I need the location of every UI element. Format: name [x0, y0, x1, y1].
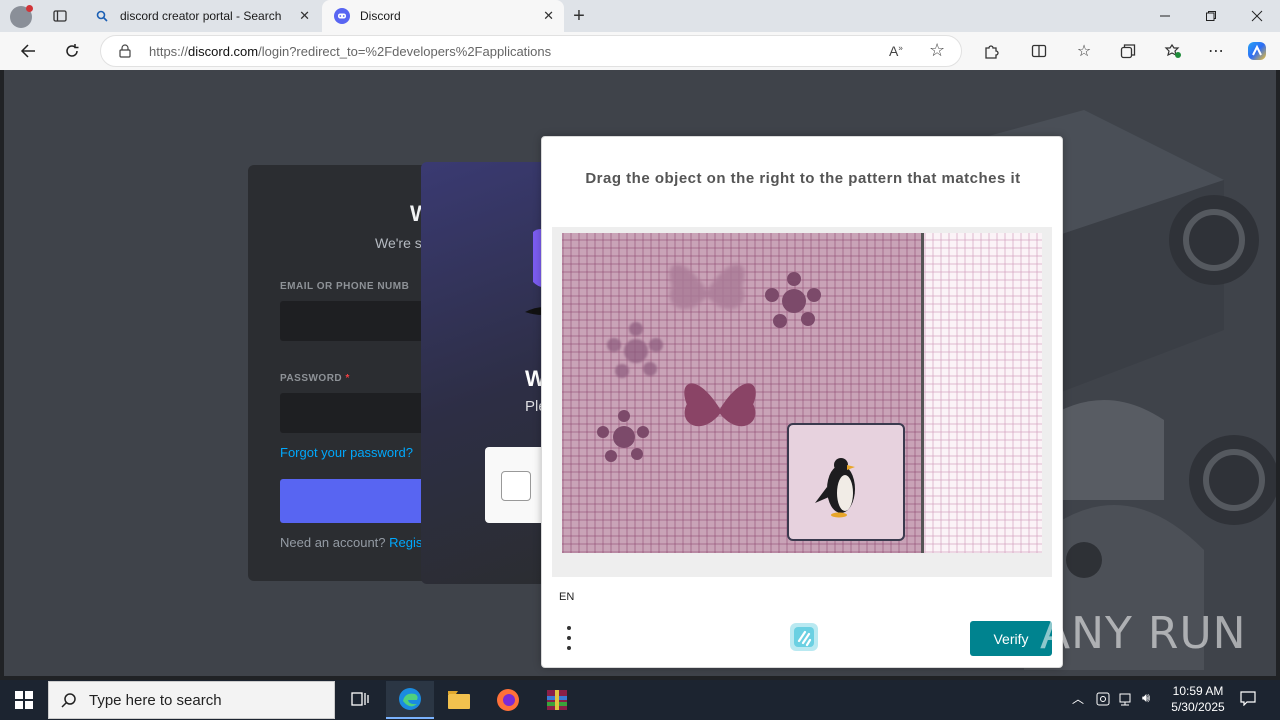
squiggle-shape: [765, 272, 821, 328]
url-path: /login?redirect_to=%2Fdevelopers%2Fappli…: [258, 43, 552, 59]
notifications-icon[interactable]: [1240, 690, 1256, 709]
task-view-icon[interactable]: [336, 681, 384, 719]
volume-icon[interactable]: 🔊︎: [1142, 690, 1150, 706]
meet-now-icon[interactable]: [1096, 692, 1110, 709]
browser-essentials-icon[interactable]: [1161, 40, 1183, 62]
email-label: EMAIL OR PHONE NUMB: [280, 281, 410, 292]
search-placeholder: Type here to search: [89, 691, 222, 709]
tab-bar: discord creator portal - Search ✕ Discor…: [0, 0, 1280, 32]
read-aloud-icon[interactable]: A»: [889, 43, 903, 59]
captcha-modal: Drag the object on the right to the patt…: [541, 136, 1063, 668]
password-label-text: PASSWORD: [280, 373, 343, 384]
blurry-butterfly-target: [669, 264, 745, 310]
captcha-task-area: [552, 227, 1052, 577]
split-screen-icon[interactable]: [1028, 40, 1050, 62]
close-window-icon[interactable]: [1246, 5, 1268, 27]
profile-avatar[interactable]: [10, 5, 33, 28]
tab-search[interactable]: discord creator portal - Search ✕: [84, 0, 320, 32]
favorite-star-icon[interactable]: ☆: [929, 40, 945, 61]
tab-title: Discord: [360, 9, 401, 23]
login-subheading: We're s: [375, 235, 422, 251]
firefox-icon[interactable]: [484, 681, 532, 719]
tab-actions-icon[interactable]: [49, 5, 71, 27]
winrar-icon[interactable]: [533, 681, 581, 719]
clock-time: 10:59 AM: [1172, 684, 1224, 698]
favorites-icon[interactable]: ☆: [1073, 40, 1095, 62]
required-marker: *: [345, 373, 350, 384]
password-label: PASSWORD *: [280, 373, 350, 384]
file-explorer-icon[interactable]: [435, 681, 483, 719]
more-options-icon[interactable]: ⋯: [1205, 40, 1227, 62]
language-selector[interactable]: EN: [559, 591, 574, 603]
edge-app-icon[interactable]: [386, 681, 434, 719]
hcaptcha-checkbox[interactable]: [501, 471, 531, 501]
copilot-icon[interactable]: [1246, 40, 1268, 62]
url-host: discord.com: [188, 43, 259, 59]
close-tab-icon[interactable]: ✕: [543, 8, 554, 24]
taskbar-search[interactable]: Type here to search: [48, 681, 335, 719]
lock-icon[interactable]: [119, 44, 131, 61]
register-prompt: Need an account? Regis: [280, 535, 422, 550]
penguin-icon: [815, 458, 855, 518]
windows-start-icon[interactable]: [0, 681, 48, 719]
network-icon[interactable]: [1119, 692, 1135, 709]
captcha-pattern-image[interactable]: [562, 233, 924, 553]
anyrun-watermark: ANY RUN: [1040, 608, 1247, 659]
back-icon[interactable]: [17, 40, 39, 62]
captcha-title: Drag the object on the right to the patt…: [585, 170, 1021, 187]
squiggle-shape-faded: [607, 322, 663, 378]
extensions-icon[interactable]: [980, 40, 1002, 62]
need-account-text: Need an account?: [280, 535, 386, 550]
menu-dots-icon[interactable]: [562, 623, 576, 653]
close-tab-icon[interactable]: ✕: [299, 8, 310, 24]
tab-title: discord creator portal - Search: [120, 9, 282, 23]
address-bar[interactable]: https://discord.com/login?redirect_to=%2…: [100, 35, 962, 67]
hcaptcha-logo-icon: [790, 623, 818, 651]
collections-icon[interactable]: [1117, 40, 1139, 62]
minimize-icon[interactable]: [1154, 5, 1176, 27]
search-icon: [94, 8, 110, 24]
draggable-object[interactable]: [787, 423, 905, 541]
butterfly-shape: [684, 383, 756, 427]
drag-source-strip: [924, 233, 1042, 553]
register-link[interactable]: Regis: [389, 535, 422, 550]
tray-overflow-icon[interactable]: ︿: [1072, 690, 1084, 707]
url-prefix: https://: [149, 43, 189, 59]
tab-discord[interactable]: Discord ✕: [322, 0, 564, 32]
forgot-password-link[interactable]: Forgot your password?: [280, 445, 413, 460]
search-icon: [61, 692, 77, 712]
clock-date: 5/30/2025: [1171, 700, 1225, 714]
squiggle-shape-small: [597, 410, 649, 462]
discord-icon: [334, 8, 350, 24]
system-clock[interactable]: 10:59 AM 5/30/2025: [1162, 683, 1234, 715]
refresh-icon[interactable]: [61, 40, 83, 62]
restore-icon[interactable]: [1200, 5, 1222, 27]
new-tab-icon[interactable]: +: [568, 5, 590, 27]
